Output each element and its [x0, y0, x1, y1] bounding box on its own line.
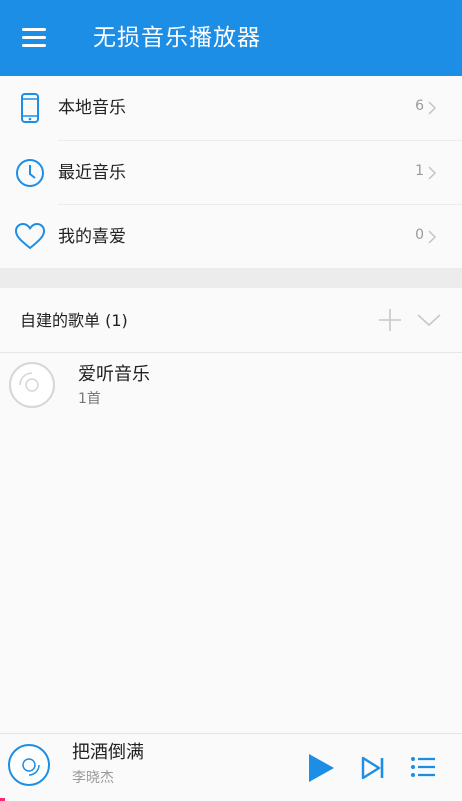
library-item-label: 最近音乐	[58, 163, 126, 183]
next-icon[interactable]	[360, 754, 386, 782]
menu-icon-line-mid	[22, 36, 46, 39]
library-item-count: 0	[415, 227, 424, 243]
library-item-local-music[interactable]: 本地音乐 6	[0, 76, 462, 140]
phone-icon	[21, 93, 39, 123]
disc-icon[interactable]	[7, 743, 51, 787]
artist-name: 李晓杰	[72, 770, 114, 786]
heart-icon	[15, 223, 45, 249]
section-separator	[0, 268, 462, 288]
playlist-item[interactable]: 爱听音乐 1首	[0, 353, 462, 419]
clock-icon	[16, 159, 44, 187]
chevron-right-icon	[428, 166, 437, 180]
app-title: 无损音乐播放器	[93, 25, 261, 51]
menu-icon-line-bottom	[22, 44, 46, 47]
chevron-right-icon	[428, 230, 437, 244]
queue-icon[interactable]	[410, 754, 436, 780]
library-item-label: 我的喜爱	[58, 227, 126, 247]
library-item-label: 本地音乐	[58, 98, 126, 118]
playlists-header: 自建的歌单 (1)	[0, 288, 462, 353]
mini-player[interactable]: 把酒倒满 李晓杰	[0, 733, 462, 801]
menu-icon-line-top	[22, 28, 46, 31]
playlist-song-count: 1首	[78, 391, 101, 407]
chevron-down-icon[interactable]	[416, 310, 442, 330]
menu-button[interactable]	[18, 24, 54, 52]
playlists-title: 自建的歌单 (1)	[20, 311, 128, 330]
plus-icon[interactable]	[378, 308, 402, 332]
library-item-recent-music[interactable]: 最近音乐 1	[0, 141, 462, 205]
disc-icon	[9, 362, 55, 408]
library-item-count: 1	[415, 163, 424, 179]
chevron-right-icon	[428, 101, 437, 115]
song-title: 把酒倒满	[72, 742, 144, 763]
playlist-name: 爱听音乐	[78, 364, 150, 385]
library-item-count: 6	[415, 98, 424, 114]
app-bar: 无损音乐播放器	[0, 0, 462, 76]
library-item-favorites[interactable]: 我的喜爱 0	[0, 205, 462, 269]
play-icon[interactable]	[306, 752, 336, 784]
